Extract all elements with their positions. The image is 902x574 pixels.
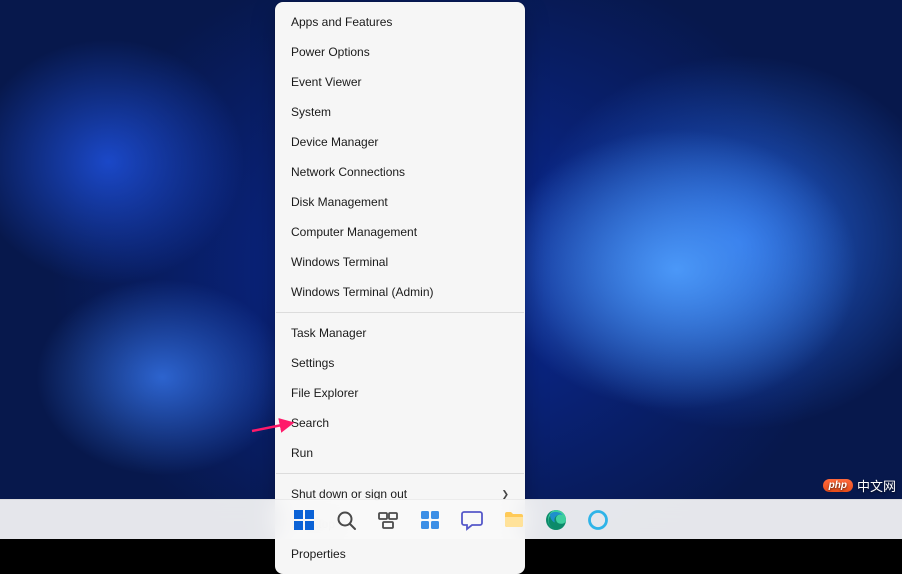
menu-item-network-connections[interactable]: Network Connections (275, 157, 525, 187)
menu-item-windows-terminal[interactable]: Windows Terminal (275, 247, 525, 277)
menu-item-device-manager[interactable]: Device Manager (275, 127, 525, 157)
menu-item-label: Run (291, 446, 313, 460)
menu-separator (276, 473, 524, 474)
edge-icon (544, 508, 568, 532)
menu-item-system[interactable]: System (275, 97, 525, 127)
watermark: php 中文网 (823, 476, 896, 495)
search-icon (334, 508, 358, 532)
menu-item-task-manager[interactable]: Task Manager (275, 318, 525, 348)
menu-item-label: Power Options (291, 45, 370, 59)
menu-item-label: Computer Management (291, 225, 417, 239)
menu-item-windows-terminal-admin[interactable]: Windows Terminal (Admin) (275, 277, 525, 307)
menu-item-power-options[interactable]: Power Options (275, 37, 525, 67)
watermark-text: 中文网 (857, 476, 896, 495)
menu-separator (276, 312, 524, 313)
menu-item-label: Search (291, 416, 329, 430)
menu-item-label: Event Viewer (291, 75, 361, 89)
menu-item-label: Task Manager (291, 326, 366, 340)
menu-item-label: Network Connections (291, 165, 405, 179)
cortana-icon (586, 508, 610, 532)
menu-item-label: Device Manager (291, 135, 378, 149)
winx-context-menu: Apps and Features Power Options Event Vi… (275, 2, 525, 574)
widgets-icon (418, 508, 442, 532)
menu-item-label: File Explorer (291, 386, 358, 400)
menu-item-file-explorer[interactable]: File Explorer (275, 378, 525, 408)
edge-button[interactable] (538, 502, 574, 538)
menu-item-label: Windows Terminal (Admin) (291, 285, 433, 299)
task-view-button[interactable] (370, 502, 406, 538)
watermark-badge: php (823, 479, 853, 492)
windows-logo-icon (292, 508, 316, 532)
menu-item-search[interactable]: Search (275, 408, 525, 438)
cortana-button[interactable] (580, 502, 616, 538)
menu-item-event-viewer[interactable]: Event Viewer (275, 67, 525, 97)
chat-icon (460, 508, 484, 532)
menu-item-label: System (291, 105, 331, 119)
taskbar (0, 499, 902, 539)
menu-item-label: Settings (291, 356, 334, 370)
menu-item-properties[interactable]: Properties (275, 539, 525, 569)
menu-item-label: Properties (291, 547, 346, 561)
menu-item-label: Disk Management (291, 195, 388, 209)
menu-item-apps-and-features[interactable]: Apps and Features (275, 7, 525, 37)
start-button[interactable] (286, 502, 322, 538)
menu-item-run[interactable]: Run (275, 438, 525, 468)
chat-button[interactable] (454, 502, 490, 538)
chevron-right-icon: ❯ (501, 489, 509, 500)
search-button[interactable] (328, 502, 364, 538)
menu-item-settings[interactable]: Settings (275, 348, 525, 378)
menu-item-disk-management[interactable]: Disk Management (275, 187, 525, 217)
menu-item-label: Apps and Features (291, 15, 392, 29)
folder-icon (502, 508, 526, 532)
menu-item-computer-management[interactable]: Computer Management (275, 217, 525, 247)
file-explorer-button[interactable] (496, 502, 532, 538)
task-view-icon (376, 508, 400, 532)
widgets-button[interactable] (412, 502, 448, 538)
menu-item-label: Windows Terminal (291, 255, 388, 269)
